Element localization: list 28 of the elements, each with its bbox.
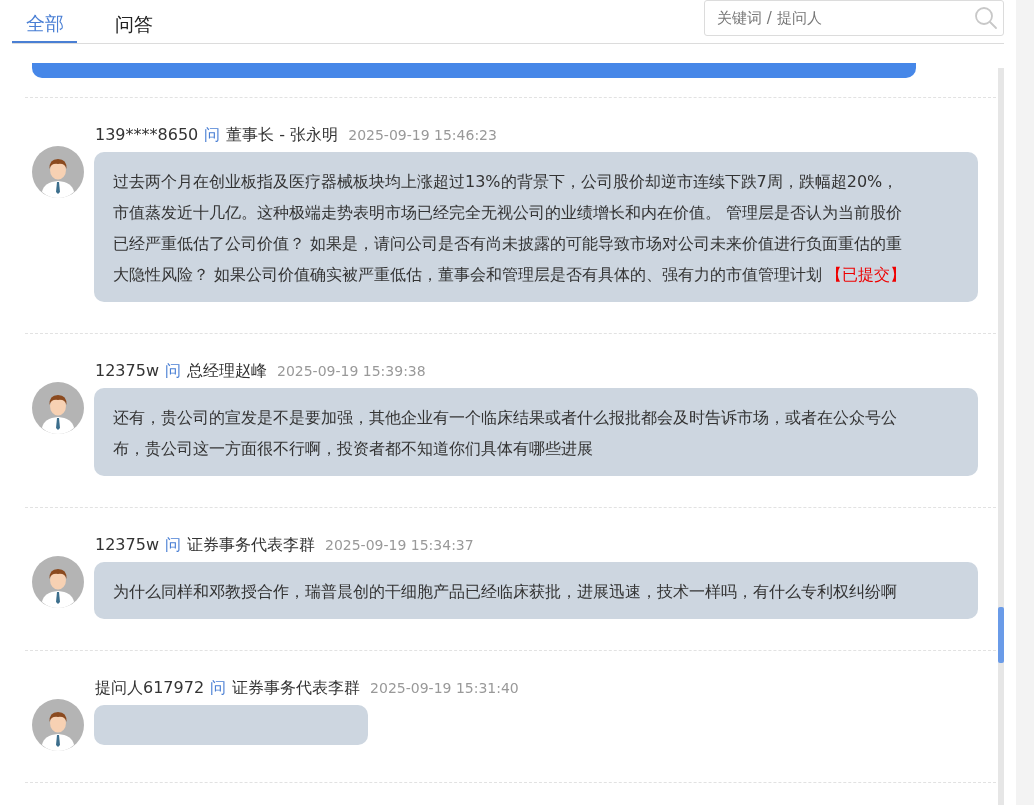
timestamp: 2025-09-19 15:31:40	[370, 680, 519, 696]
avatar-icon	[32, 146, 84, 198]
avatar-icon	[32, 556, 84, 608]
responder-name: 董事长 - 张永明	[226, 125, 339, 146]
search-field[interactable]: 关键词 / 提问人	[704, 0, 1004, 36]
asker-name: 12375w	[95, 361, 159, 380]
avatar-icon	[32, 382, 84, 434]
asker-name: 提问人617972	[95, 678, 205, 699]
question-marker: 问	[165, 535, 181, 556]
question-text: 还有，贵公司的宣发是不是要加强，其他企业有一个临床结果或者什么报批都会及时告诉市场，或者在公众号公布，贵公司这一方面很不行啊，投资者都不知道你们具体有哪些进展	[113, 408, 897, 458]
scrollbar-thumb[interactable]	[998, 607, 1004, 663]
tab[interactable]: 全部	[12, 0, 77, 43]
responder-name: 证券事务代表李群	[232, 678, 361, 699]
question-marker: 问	[165, 361, 181, 382]
asker-name: 12375w	[95, 535, 159, 554]
responder-name: 证券事务代表李群	[187, 535, 315, 556]
timestamp: 2025-09-19 15:39:38	[277, 363, 426, 379]
question-marker: 问	[204, 125, 221, 146]
avatar-icon	[32, 699, 84, 751]
responder-name: 总经理赵峰	[187, 361, 267, 382]
timestamp: 2025-09-19 15:34:37	[325, 537, 474, 553]
question-text: 过去两个月在创业板指及医疗器械板块均上涨超过13%的背景下，公司股价却逆市连续下跌7周，跌幅超20%，市值蒸发近十几亿。这种极端走势表明市场已经完全无视公司的业绩增长和内在价值。 管理层是否认为当前股价已经严重低估了公司价值？ 如果是，请问公司是否有尚未披露的可能导致市场对公司未来价值进行负面重估的重大隐性风险？ 如果公司价值确实被严重低估，董事会和管理层是否有具体的、强有力的市值管理计划 【已提交】	[113, 172, 907, 284]
search-icon[interactable]	[974, 6, 998, 30]
question-marker: 问	[210, 678, 227, 699]
timestamp: 2025-09-19 15:46:23	[348, 127, 497, 143]
question-text: 为什么同样和邓教授合作，瑞普晨创的干细胞产品已经临床获批，进展迅速，技术一样吗，有什么专利权纠纷啊	[113, 582, 897, 601]
asker-name: 139****8650	[95, 125, 199, 144]
tab[interactable]: 问答	[105, 0, 163, 43]
